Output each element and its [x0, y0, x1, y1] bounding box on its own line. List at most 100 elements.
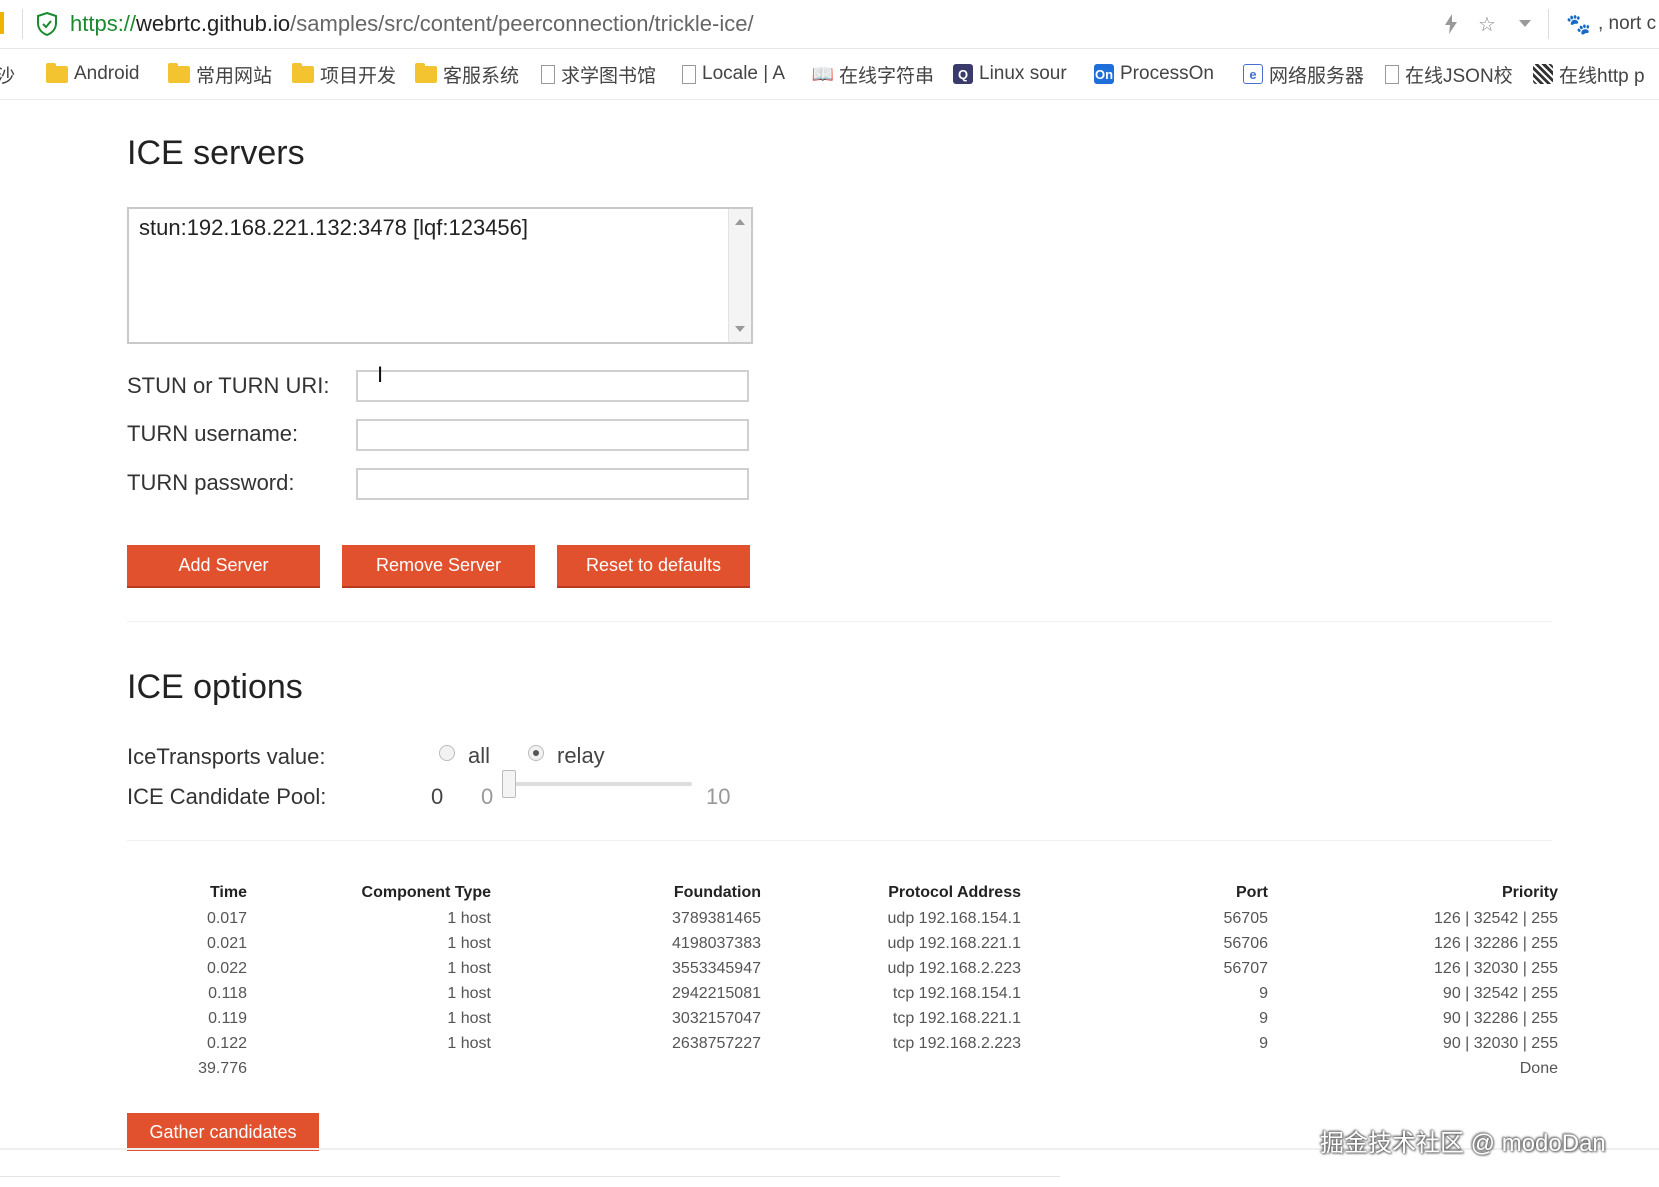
bookmark-label: Locale | A	[702, 63, 786, 84]
bookmark-item[interactable]: 客服系统	[415, 62, 520, 87]
cell-address: udp 192.168.221.1	[887, 934, 1021, 952]
password-input[interactable]	[356, 468, 749, 500]
add-server-button[interactable]: Add Server	[127, 545, 320, 588]
transports-label: IceTransports value:	[127, 744, 326, 769]
cell-address: tcp 192.168.221.1	[892, 1009, 1021, 1027]
processon-icon: On	[1094, 64, 1114, 84]
reset-defaults-button[interactable]: Reset to defaults	[557, 545, 750, 588]
folder-icon	[168, 62, 190, 83]
scrollbar[interactable]	[728, 209, 751, 342]
bookmark-item[interactable]: On ProcessOn	[1094, 62, 1214, 86]
cell-time: 0.122	[206, 1034, 247, 1052]
star-icon[interactable]: ☆	[1474, 10, 1500, 38]
text-cursor-icon: I	[377, 362, 384, 387]
scroll-down-icon[interactable]	[735, 326, 745, 332]
cell-priority: 126 | 32542 | 255	[1434, 909, 1558, 927]
radio-all[interactable]	[439, 745, 455, 761]
url-scheme: https://	[70, 11, 137, 36]
cell-foundation: 2942215081	[672, 984, 761, 1002]
bookmark-item[interactable]: 在线http p	[1533, 62, 1645, 87]
cell-foundation	[491, 1056, 761, 1081]
bookmark-label: 在线http p	[1559, 65, 1645, 87]
bookmark-item[interactable]: 常用网站	[168, 62, 273, 87]
ice-servers-heading: ICE servers	[127, 134, 305, 172]
table-row: 0.118 1 host 2942215081 tcp 192.168.154.…	[127, 981, 1558, 1006]
table-row: 0.122 1 host 2638757227 tcp 192.168.2.22…	[127, 1031, 1558, 1056]
cell-foundation: 3032157047	[672, 1009, 761, 1027]
url-host: webrtc.github.io	[136, 11, 291, 36]
username-input[interactable]	[356, 419, 749, 451]
cell-foundation: 2638757227	[672, 1034, 761, 1052]
divider	[22, 9, 23, 39]
uri-input[interactable]	[356, 370, 749, 402]
bookmark-item[interactable]: Android	[46, 62, 140, 86]
radio-relay-label: relay	[557, 743, 605, 768]
folder-icon	[46, 62, 68, 83]
radio-relay[interactable]	[528, 745, 544, 761]
bookmark-item[interactable]: Locale | A	[682, 62, 785, 86]
baidu-paw-icon[interactable]: 🐾	[1566, 12, 1591, 37]
page-icon	[682, 64, 696, 84]
book-icon: 📖	[811, 63, 835, 84]
servers-listbox[interactable]: stun:192.168.221.132:3478 [lqf:123456]	[127, 207, 753, 344]
pool-max: 10	[706, 784, 731, 809]
secure-shield-icon[interactable]	[36, 12, 58, 36]
server-entry[interactable]: stun:192.168.221.132:3478 [lqf:123456]	[139, 215, 528, 241]
pool-slider-handle[interactable]	[502, 770, 516, 798]
bookmark-label: 项目开发	[320, 65, 397, 87]
bookmark-item[interactable]: 在线JSON校	[1385, 62, 1513, 87]
cell-foundation: 3789381465	[672, 909, 761, 927]
bookmark-label: 客服系统	[443, 65, 520, 87]
remove-server-button[interactable]: Remove Server	[342, 545, 535, 588]
username-label: TURN username:	[127, 421, 299, 446]
cell-time: 0.017	[206, 909, 247, 927]
pool-min: 0	[481, 784, 494, 809]
url-path: /samples/src/content/peerconnection/tric…	[290, 11, 754, 36]
pool-slider-track[interactable]	[505, 782, 692, 786]
cell-component: 1 host	[447, 1009, 491, 1027]
lightning-icon[interactable]	[1438, 10, 1464, 38]
page-icon	[541, 64, 555, 84]
cell-address: udp 192.168.154.1	[887, 909, 1021, 927]
cell-component: 1 host	[447, 909, 491, 927]
bookmark-label: 在线字符串	[839, 65, 935, 87]
bookmark-label: 常用网站	[196, 65, 273, 87]
bookmark-label: 沙	[0, 65, 16, 87]
tab-edge	[0, 12, 4, 34]
cell-priority: 90 | 32286 | 255	[1442, 1009, 1558, 1027]
cell-port: 9	[1259, 1034, 1268, 1052]
folder-icon	[415, 62, 437, 83]
bookmark-item[interactable]: 项目开发	[292, 62, 397, 87]
table-row: 0.017 1 host 3789381465 udp 192.168.154.…	[127, 906, 1558, 931]
bookmark-label: 在线JSON校	[1405, 65, 1513, 87]
divider	[1548, 9, 1549, 39]
gather-candidates-button[interactable]: Gather candidates	[127, 1113, 319, 1151]
cell-address: udp 192.168.2.223	[887, 959, 1021, 977]
watermark: 掘金技术社区 @ modoDan	[1320, 1130, 1606, 1157]
url-field[interactable]: https://webrtc.github.io/samples/src/con…	[70, 11, 754, 37]
uri-label: STUN or TURN URI:	[127, 373, 330, 398]
bookmark-item[interactable]: 求学图书馆	[541, 62, 656, 87]
folder-icon	[292, 62, 314, 83]
col-header-foundation: Foundation	[673, 884, 761, 901]
bookmark-item[interactable]: 沙	[0, 62, 16, 87]
cell-component: 1 host	[447, 984, 491, 1002]
page-icon	[1385, 64, 1399, 84]
cell-port: 9	[1259, 984, 1268, 1002]
radio-all-label: all	[468, 743, 491, 768]
bookmark-item[interactable]: 📖 在线字符串	[811, 62, 935, 87]
bookmark-label: Linux sour	[979, 63, 1067, 84]
cell-time: 39.776	[198, 1059, 247, 1077]
bookmark-item[interactable]: e 网络服务器	[1243, 62, 1365, 87]
scroll-up-icon[interactable]	[735, 219, 745, 225]
server-icon: e	[1243, 64, 1263, 84]
bookmark-label: 网络服务器	[1269, 65, 1365, 87]
profile-text: , nort c	[1598, 13, 1657, 34]
col-header-address: Protocol Address	[888, 884, 1021, 901]
table-header-row: Time Component Type Foundation Protocol …	[127, 880, 1558, 906]
cell-address	[761, 1056, 1021, 1081]
cell-priority: 90 | 32030 | 255	[1442, 1034, 1558, 1052]
bookmark-item[interactable]: Q Linux sour	[953, 62, 1067, 86]
cell-port: 56707	[1223, 959, 1269, 977]
chevron-down-icon[interactable]	[1512, 10, 1538, 38]
